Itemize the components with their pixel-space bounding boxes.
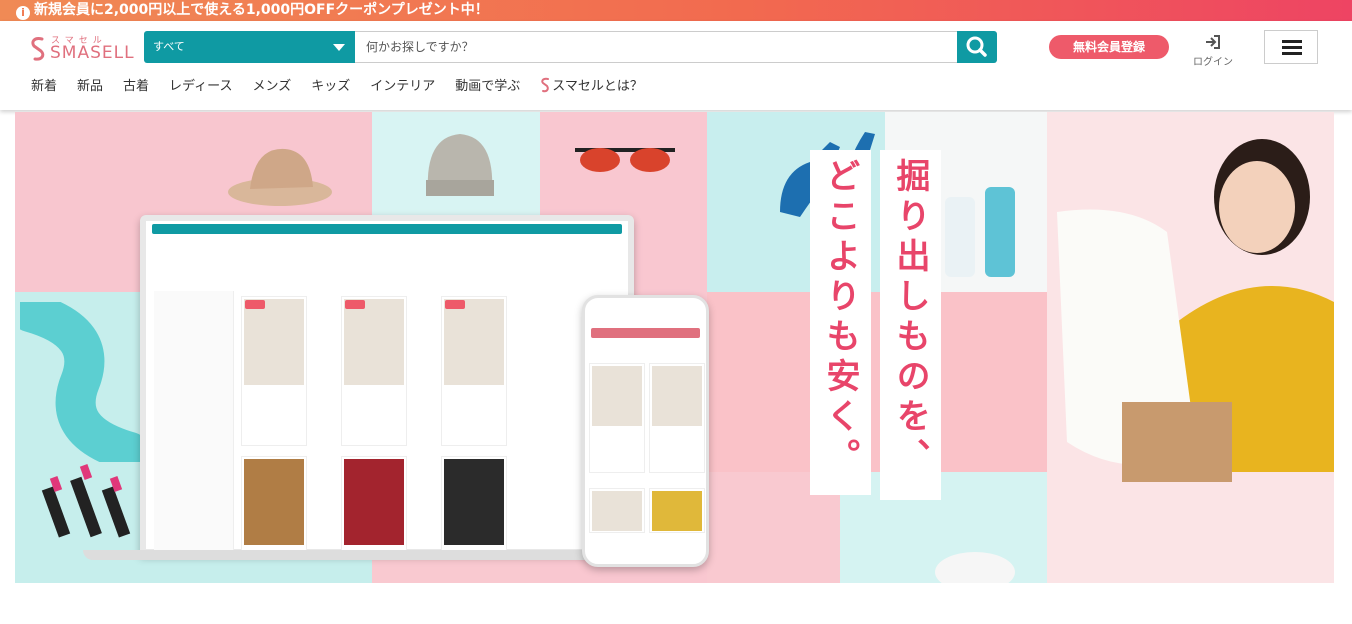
search-bar: すべて: [144, 31, 997, 63]
nav-item-kids[interactable]: キッズ: [311, 77, 350, 97]
chevron-down-icon: [333, 44, 345, 51]
nav-item-about[interactable]: スマセルとは？: [540, 77, 643, 97]
nav-item-new-arrivals[interactable]: 新着: [31, 77, 57, 97]
sunglasses-icon: [575, 148, 675, 172]
nav-item-videos[interactable]: 動画で学ぶ: [455, 77, 520, 97]
promo-banner[interactable]: i 新規会員に2,000円以上で使える1,000円OFFクーポンプレゼント中！: [0, 0, 1352, 21]
smasell-logo-icon: [541, 77, 550, 93]
logo[interactable]: スマセル SMASELL: [30, 33, 140, 63]
hero-copy-2: どこよりも安く。: [810, 150, 871, 495]
beanie-icon: [426, 134, 494, 196]
logo-icon: [31, 37, 45, 61]
site-header: スマセル SMASELL すべて 無料会員登録 ログイン 新着 新品: [0, 21, 1352, 110]
category-select[interactable]: すべて: [144, 31, 355, 63]
main-nav: 新着 新品 古着 レディース メンズ キッズ インテリア 動画で学ぶ スマセルと…: [31, 77, 663, 97]
nav-item-about-label: スマセルとは？: [552, 79, 643, 94]
search-input[interactable]: [355, 31, 958, 63]
bottles-icon: [945, 187, 1015, 277]
login-icon: [1206, 35, 1220, 49]
scarf-icon: [20, 302, 150, 462]
register-button[interactable]: 無料会員登録: [1049, 35, 1169, 59]
hamburger-icon: [1282, 40, 1302, 43]
nav-item-used[interactable]: 古着: [123, 77, 149, 97]
login-label: ログイン: [1193, 57, 1233, 68]
nav-item-ladies[interactable]: レディース: [169, 77, 232, 97]
woman-photo: [1047, 112, 1334, 583]
category-label: すべて: [153, 40, 185, 53]
hero-banner[interactable]: どこよりも安く。 掘り出しものを、: [15, 112, 1334, 583]
nav-item-mens[interactable]: メンズ: [253, 77, 292, 97]
nav-item-new[interactable]: 新品: [77, 77, 103, 97]
laptop-mockup: [140, 215, 634, 556]
hat-icon: [228, 148, 332, 206]
menu-button[interactable]: [1264, 30, 1318, 64]
search-icon: [966, 36, 987, 57]
nav-item-interior[interactable]: インテリア: [370, 77, 435, 97]
phone-mockup: [582, 295, 709, 567]
info-icon: i: [16, 6, 30, 20]
login-button[interactable]: ログイン: [1186, 34, 1240, 68]
hero-copy-1: 掘り出しものを、: [880, 150, 941, 500]
logo-text: SMASELL: [50, 43, 135, 63]
search-button[interactable]: [957, 31, 997, 63]
promo-text: 新規会員に2,000円以上で使える1,000円OFFクーポンプレゼント中！: [34, 2, 489, 18]
